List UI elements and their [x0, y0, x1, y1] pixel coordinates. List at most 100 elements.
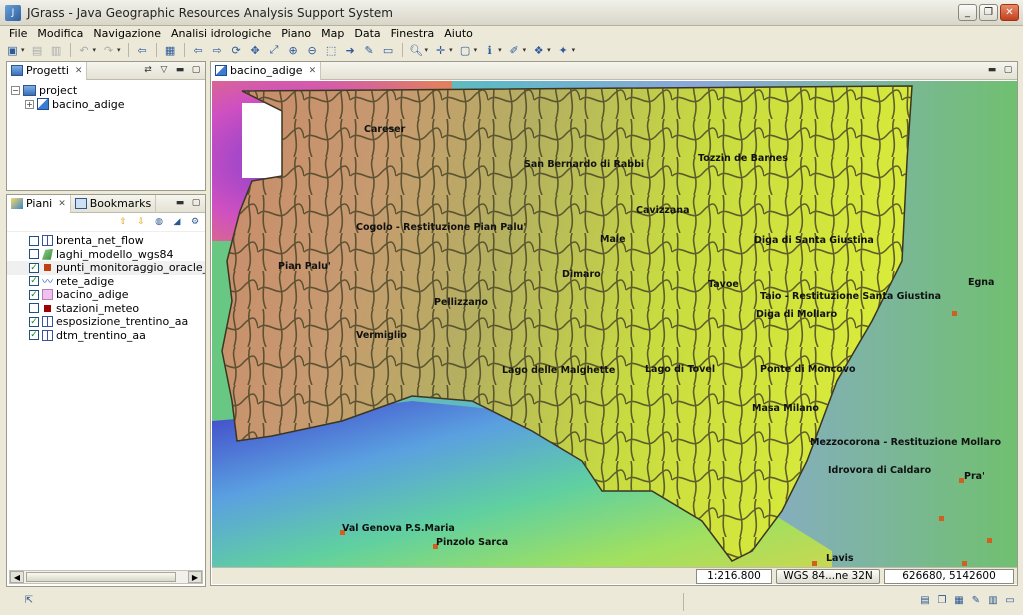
zoom-extent-icon[interactable]: ⤢ [266, 42, 283, 58]
app-icon: J [5, 4, 21, 21]
info-icon[interactable]: ℹ [481, 42, 498, 58]
move-down-icon[interactable]: ⇩ [135, 216, 147, 228]
map-canvas[interactable]: Careser San Bernardo di Rabbi Tozzin de … [212, 81, 1017, 567]
layer-checkbox[interactable] [29, 235, 39, 246]
close-tab-icon[interactable]: ✕ [58, 199, 66, 209]
scroll-left-icon[interactable]: ◀ [10, 571, 24, 583]
undo-icon[interactable]: ↶ [76, 42, 93, 58]
menu-aiuto[interactable]: Aiuto [439, 26, 478, 41]
minimize-view-icon[interactable]: ▬ [986, 64, 998, 76]
scale-field[interactable]: 1:216.800 [696, 569, 772, 584]
layer-row[interactable]: laghi_modello_wgs84 [7, 248, 205, 262]
menu-finestra[interactable]: Finestra [386, 26, 440, 41]
zoom-out-icon[interactable]: ⊖ [304, 42, 321, 58]
tab-map-editor[interactable]: bacino_adige ✕ [211, 61, 322, 80]
refresh-icon[interactable]: ⟳ [228, 42, 245, 58]
layer-checkbox[interactable]: ✓ [29, 289, 39, 300]
move-icon[interactable]: ✛ [432, 42, 449, 58]
layer-icon[interactable]: ▦ [162, 42, 179, 58]
layer-checkbox[interactable] [29, 303, 39, 314]
scroll-thumb[interactable] [26, 572, 176, 582]
coordinates-field: 626680, 5142600 [884, 569, 1014, 584]
expand-icon[interactable]: + [25, 99, 34, 109]
feature-icon[interactable]: ❖ [530, 42, 547, 58]
layer-checkbox[interactable]: ✓ [29, 276, 39, 287]
horizontal-scrollbar[interactable]: ◀ ▶ [9, 570, 203, 584]
tree-row-map[interactable]: + bacino_adige [11, 97, 201, 111]
nav-forward-icon[interactable]: ⇨ [209, 42, 226, 58]
layer-checkbox[interactable]: ✓ [29, 262, 39, 273]
project-icon [23, 84, 36, 96]
redo-icon[interactable]: ↷ [100, 42, 117, 58]
minimize-button[interactable]: _ [958, 4, 977, 21]
perspective-icon[interactable]: ▤ [918, 594, 932, 608]
menu-analisi-idrologiche[interactable]: Analisi idrologiche [166, 26, 276, 41]
place-label: Val Genova P.S.Maria [342, 523, 455, 534]
tab-piani[interactable]: Piani ✕ [7, 194, 71, 213]
scroll-right-icon[interactable]: ▶ [188, 571, 202, 583]
tab-bookmarks-label: Bookmarks [89, 197, 152, 210]
layers-perspective-icon[interactable]: ▦ [952, 594, 966, 608]
place-label: Male [600, 234, 626, 245]
crs-button[interactable]: WGS 84...ne 32N [776, 569, 880, 584]
zoom-in-icon[interactable]: ⊕ [285, 42, 302, 58]
layer-row[interactable]: ✓ bacino_adige [7, 288, 205, 302]
maximize-view-icon[interactable]: ▢ [190, 197, 202, 209]
pan-icon[interactable]: ✥ [247, 42, 264, 58]
place-label: Tavoe [708, 279, 739, 290]
tool-icon[interactable]: ✎ [969, 594, 983, 608]
console-icon[interactable]: ▭ [1003, 594, 1017, 608]
move-up-icon[interactable]: ⇧ [117, 216, 129, 228]
view-menu-icon[interactable]: ▽ [158, 64, 170, 76]
save-icon[interactable]: ▤ [29, 42, 46, 58]
draw-icon[interactable]: ✐ [506, 42, 523, 58]
menu-file[interactable]: File [4, 26, 32, 41]
layer-row[interactable]: ✓ 〰 rete_adige [7, 275, 205, 289]
tree-row-project[interactable]: − project [11, 83, 201, 97]
close-button[interactable]: ✕ [1000, 4, 1019, 21]
layer-checkbox[interactable] [29, 249, 39, 260]
monitor-icon[interactable]: ▭ [380, 42, 397, 58]
layer-row[interactable]: ✓ esposizione_trentino_aa [7, 315, 205, 329]
layer-row[interactable]: brenta_net_flow [7, 234, 205, 248]
layer-row[interactable]: ✓ punti_monitoraggio_oracle_final_utm_c [7, 261, 205, 275]
layer-row[interactable]: ✓ dtm_trentino_aa [7, 329, 205, 343]
collapse-icon[interactable]: − [11, 85, 20, 95]
tab-bookmarks[interactable]: Bookmarks [71, 194, 157, 213]
layer-row[interactable]: stazioni_meteo [7, 302, 205, 316]
properties-icon[interactable]: ⚙ [189, 216, 201, 228]
minimize-view-icon[interactable]: ▬ [174, 197, 186, 209]
search-icon[interactable]: 🔍︎ [408, 42, 425, 58]
new-icon[interactable]: ▣ [4, 42, 21, 58]
layer-checkbox[interactable]: ✓ [29, 316, 39, 327]
menu-piano[interactable]: Piano [276, 26, 316, 41]
layer-checkbox[interactable]: ✓ [29, 330, 39, 341]
tools-icon[interactable]: ✦ [555, 42, 572, 58]
bbox-icon[interactable]: ▢ [457, 42, 474, 58]
select-icon[interactable]: ⬚ [323, 42, 340, 58]
close-tab-icon[interactable]: ✕ [309, 66, 317, 76]
menu-modifica[interactable]: Modifica [32, 26, 88, 41]
polygon-pink-icon [42, 289, 53, 301]
menu-data[interactable]: Data [349, 26, 385, 41]
windows-icon[interactable]: ❐ [935, 594, 949, 608]
nav-back-icon[interactable]: ⇦ [190, 42, 207, 58]
table-icon[interactable]: ▥ [986, 594, 1000, 608]
style-icon[interactable]: ◢ [171, 216, 183, 228]
maximize-view-icon[interactable]: ▢ [1002, 64, 1014, 76]
close-tab-icon[interactable]: ✕ [75, 66, 83, 76]
arrow-icon[interactable]: ➜ [342, 42, 359, 58]
edit-icon[interactable]: ✎ [361, 42, 378, 58]
tab-progetti[interactable]: Progetti ✕ [7, 61, 88, 80]
maximize-view-icon[interactable]: ▢ [190, 64, 202, 76]
save-all-icon[interactable]: ▥ [48, 42, 65, 58]
restore-button[interactable]: ❐ [979, 4, 998, 21]
back-icon[interactable]: ⇦ [134, 42, 151, 58]
menu-map[interactable]: Map [316, 26, 349, 41]
menu-navigazione[interactable]: Navigazione [88, 26, 166, 41]
fast-view-icon[interactable]: ⇱ [22, 594, 36, 608]
project-tree: − project + bacino_adige [7, 80, 205, 114]
minimize-view-icon[interactable]: ▬ [174, 64, 186, 76]
link-icon[interactable]: ⇄ [142, 64, 154, 76]
toggle-icon[interactable]: ◍ [153, 216, 165, 228]
